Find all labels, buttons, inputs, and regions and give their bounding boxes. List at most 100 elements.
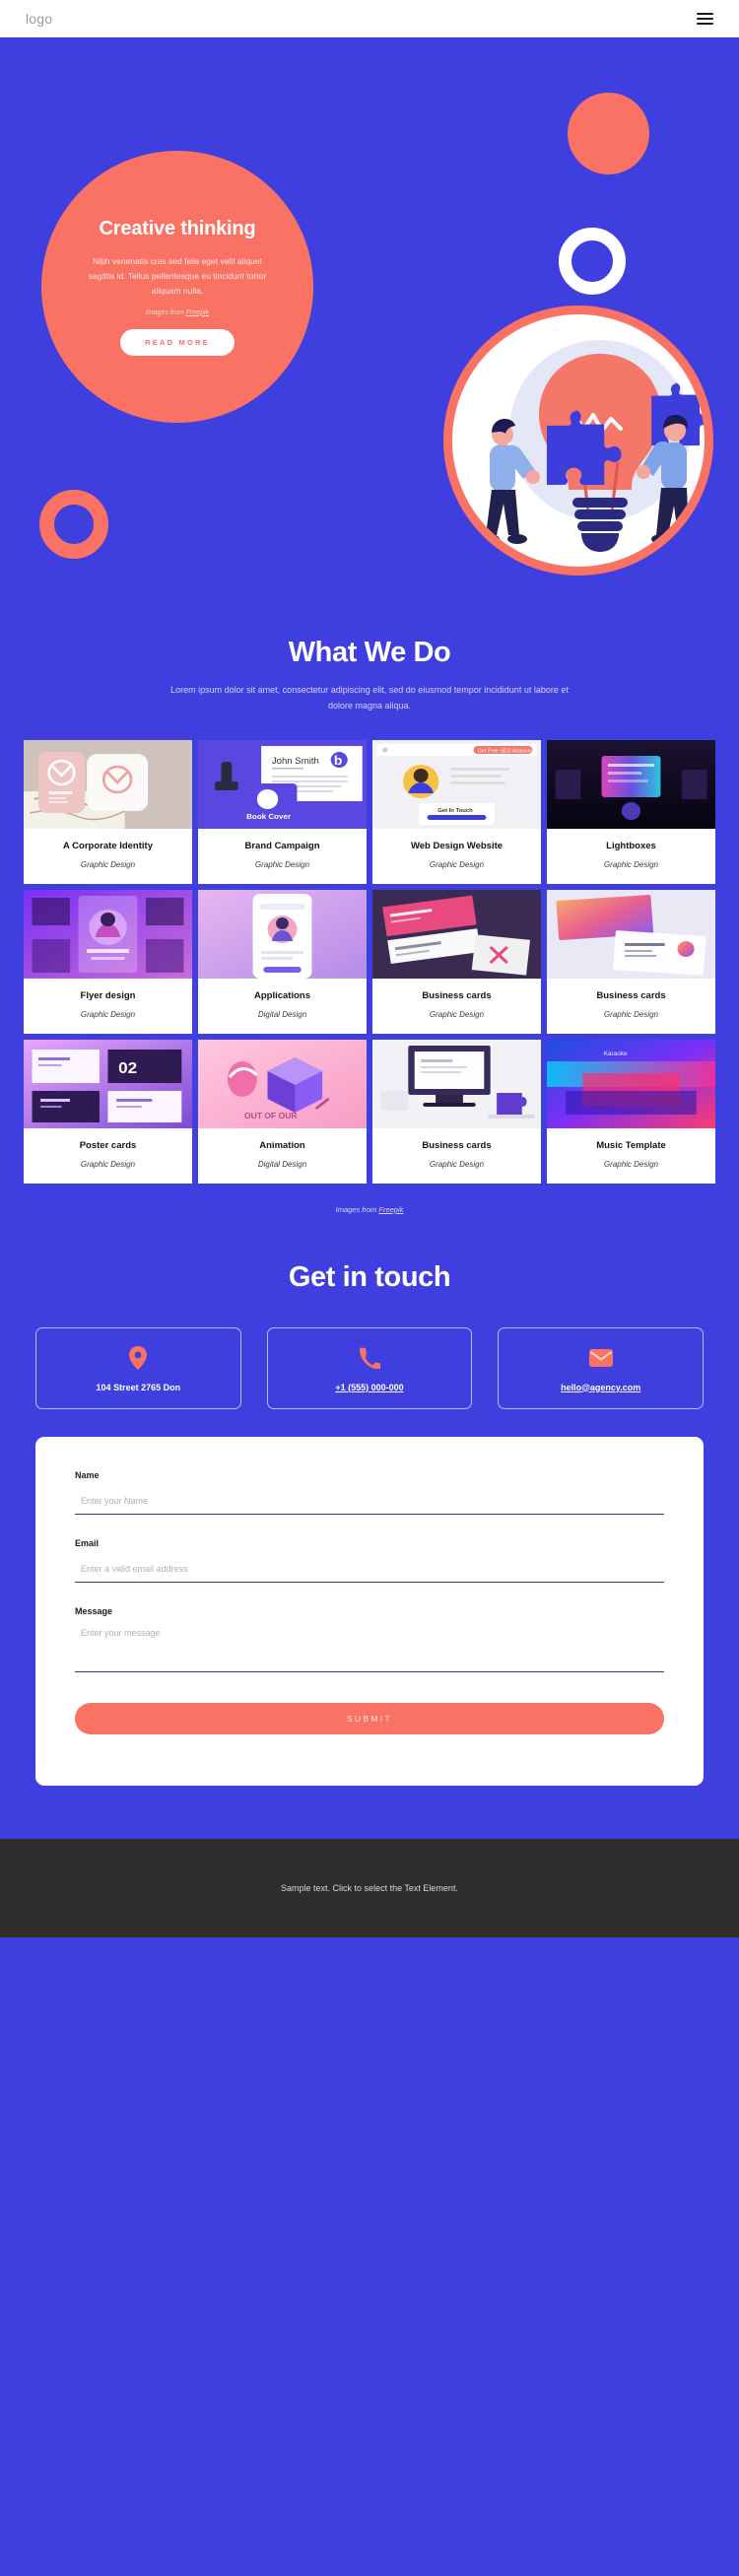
svg-text:John Smith: John Smith <box>272 756 319 766</box>
portfolio-card-title: Applications <box>253 989 310 1001</box>
business-cards-1-thumb <box>372 889 541 979</box>
what-we-do-section: What We Do Lorem ipsum dolor sit amet, c… <box>0 599 739 1214</box>
footer-text[interactable]: Sample text. Click to select the Text El… <box>281 1883 458 1893</box>
music-template-thumb: Karaoke <box>547 1039 715 1128</box>
portfolio-card-title: Web Design Website <box>410 840 504 851</box>
freepik-link[interactable]: Freepik <box>378 1205 403 1214</box>
contact-email-text: hello@agency.com <box>561 1382 641 1392</box>
portfolio-card-title: Business cards <box>596 989 666 1001</box>
name-field-group: Name <box>75 1470 664 1515</box>
contact-phone-text: +1 (555) 000-000 <box>335 1382 404 1392</box>
credit-prefix: Images from <box>335 1204 379 1214</box>
portfolio-card-category: Graphic Design <box>429 1159 485 1169</box>
business-cards-2-thumb <box>547 889 715 979</box>
portfolio-card-category: Digital Design <box>257 1159 307 1169</box>
portfolio-card[interactable]: Business cards Graphic Design <box>372 889 541 1034</box>
submit-button[interactable]: SUBMIT <box>75 1702 664 1734</box>
portfolio-card-category: Graphic Design <box>603 1009 659 1019</box>
hamburger-bar <box>697 12 713 15</box>
svg-text:Get In Touch: Get In Touch <box>437 808 473 814</box>
portfolio-card-title: Music Template <box>596 1139 666 1151</box>
portfolio-card-category: Graphic Design <box>80 1159 136 1169</box>
portfolio-card[interactable]: Karaoke Music Template Graphic Design <box>547 1039 715 1184</box>
site-footer: Sample text. Click to select the Text El… <box>0 1838 739 1937</box>
applications-thumb <box>198 889 367 979</box>
contact-card-email[interactable]: hello@agency.com <box>498 1326 704 1409</box>
svg-text:Book Cover: Book Cover <box>246 812 291 821</box>
portfolio-card[interactable]: Lightboxes Graphic Design <box>547 739 715 884</box>
poster-cards-thumb: 02 <box>24 1039 192 1128</box>
portfolio-card-title: Lightboxes <box>606 840 656 851</box>
portfolio-card-title: Business cards <box>422 1139 492 1151</box>
location-pin-icon <box>126 1345 150 1370</box>
web-design-thumb: Get Free SEO Analysis Get In Touch <box>372 739 541 829</box>
portfolio-card[interactable]: A Corporate Identity Graphic Design <box>24 739 192 884</box>
portfolio-card-title: Flyer design <box>80 989 136 1001</box>
hamburger-bar <box>697 17 713 20</box>
portfolio-card[interactable]: Flyer design Graphic Design <box>24 889 192 1034</box>
portfolio-card[interactable]: Business cards Graphic Design <box>372 1039 541 1184</box>
hero-illustration <box>443 305 713 576</box>
portfolio-grid: A Corporate Identity Graphic Design John… <box>24 739 715 1184</box>
message-label: Message <box>75 1605 113 1616</box>
email-field-group: Email <box>75 1538 664 1583</box>
hero-subtitle: Nibh venenatis cras sed felis eget velit… <box>88 256 267 296</box>
svg-text:Karaoke: Karaoke <box>604 1051 628 1057</box>
portfolio-card-title: Poster cards <box>79 1139 137 1151</box>
freepik-link[interactable]: Freepik <box>186 309 209 316</box>
name-label: Name <box>75 1469 100 1480</box>
portfolio-card[interactable]: Applications Digital Design <box>198 889 367 1034</box>
puzzle-lightbulb-illustration <box>480 340 705 552</box>
portfolio-card-category: Graphic Design <box>603 859 659 869</box>
read-more-button[interactable]: READ MORE <box>120 328 235 356</box>
envelope-icon <box>588 1346 613 1370</box>
site-header: logo <box>0 0 739 37</box>
what-we-do-subtitle: Lorem ipsum dolor sit amet, consectetur … <box>170 685 569 711</box>
portfolio-card[interactable]: OUT OF OUR Animation Digital Design <box>198 1039 367 1184</box>
portfolio-card-category: Graphic Design <box>80 1009 136 1019</box>
portfolio-card[interactable]: John Smith b Book Cover Brand Campaign G… <box>198 739 367 884</box>
contact-section: Get in touch 104 Street 2765 Don +1 (555… <box>0 1214 739 1786</box>
hero-title: Creative thinking <box>99 218 256 240</box>
portfolio-card-category: Graphic Design <box>603 1159 659 1169</box>
portfolio-card-title: A Corporate Identity <box>63 840 153 851</box>
logo[interactable]: logo <box>26 11 52 27</box>
portfolio-card-category: Graphic Design <box>429 1009 485 1019</box>
name-input[interactable] <box>75 1495 664 1515</box>
contact-cards: 104 Street 2765 Don +1 (555) 000-000 hel… <box>35 1326 704 1409</box>
phone-icon <box>358 1346 381 1370</box>
decorative-coral-circle <box>568 93 649 174</box>
hero-section: Creative thinking Nibh venenatis cras se… <box>0 37 739 599</box>
lightboxes-thumb <box>547 739 715 829</box>
portfolio-card-category: Digital Design <box>257 1009 307 1019</box>
portfolio-card-category: Graphic Design <box>429 859 485 869</box>
business-cards-3-thumb <box>372 1039 541 1128</box>
illustration-disc <box>452 314 705 567</box>
what-we-do-title: What We Do <box>288 637 451 668</box>
portfolio-card-title: Business cards <box>422 989 492 1001</box>
svg-text:OUT OF OUR: OUT OF OUR <box>244 1112 298 1120</box>
message-textarea[interactable] <box>75 1626 664 1672</box>
decorative-white-ring <box>559 228 626 295</box>
contact-title: Get in touch <box>288 1260 451 1293</box>
animation-thumb: OUT OF OUR <box>198 1039 367 1128</box>
contact-form: Name Email Message SUBMIT <box>35 1436 704 1786</box>
portfolio-card-category: Graphic Design <box>254 859 310 869</box>
hamburger-bar <box>697 22 713 25</box>
email-input[interactable] <box>75 1563 664 1583</box>
hamburger-menu-icon[interactable] <box>697 12 713 25</box>
email-label: Email <box>75 1537 100 1548</box>
portfolio-card-category: Graphic Design <box>80 859 136 869</box>
contact-address-text: 104 Street 2765 Don <box>96 1382 181 1392</box>
portfolio-card[interactable]: 02 Poster cards Graphic Design <box>24 1039 192 1184</box>
corporate-identity-thumb <box>24 739 192 829</box>
contact-card-phone[interactable]: +1 (555) 000-000 <box>266 1326 473 1409</box>
decorative-coral-ring <box>39 490 108 559</box>
credit-prefix: Images from <box>145 308 186 316</box>
portfolio-card[interactable]: Get Free SEO Analysis Get In Touch Web D… <box>372 739 541 884</box>
portfolio-card[interactable]: Business cards Graphic Design <box>547 889 715 1034</box>
portfolio-card-title: Animation <box>259 1139 305 1151</box>
hero-image-credit: Images from Freepik <box>146 309 209 316</box>
svg-text:Get Free SEO Analysis: Get Free SEO Analysis <box>478 748 532 754</box>
contact-card-address[interactable]: 104 Street 2765 Don <box>35 1326 241 1409</box>
